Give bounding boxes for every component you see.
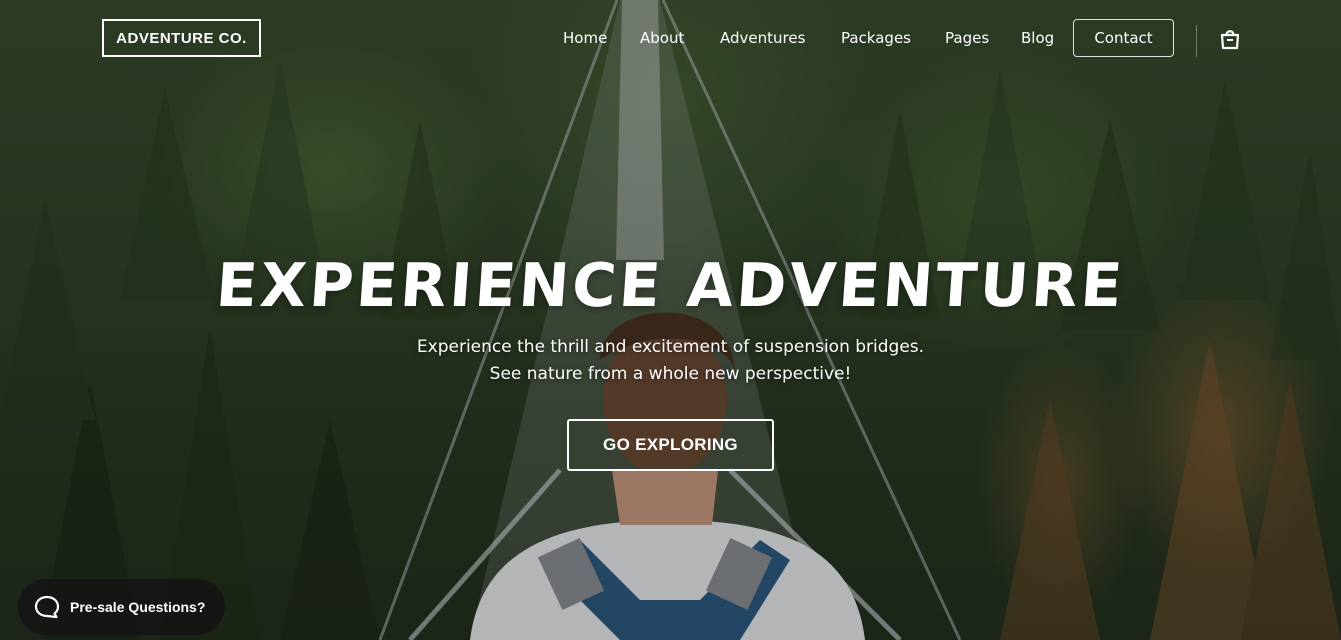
nav-item-packages[interactable]: Packages xyxy=(841,19,911,57)
nav-item-home[interactable]: Home xyxy=(563,19,607,57)
nav-item-pages[interactable]: Pages xyxy=(945,19,989,57)
chat-bubble-icon xyxy=(34,595,60,619)
hero-subtitle: Experience the thrill and excitement of … xyxy=(0,334,1341,388)
main-navigation: Home About Adventures Packages Pages Blo… xyxy=(0,19,1341,57)
nav-item-about[interactable]: About xyxy=(640,19,684,57)
chat-widget-label: Pre-sale Questions? xyxy=(70,599,206,615)
hero-title: Experience Adventure xyxy=(213,251,1128,321)
go-exploring-button[interactable]: GO EXPLORING xyxy=(567,419,774,471)
presale-chat-widget[interactable]: Pre-sale Questions? xyxy=(18,579,225,635)
contact-button[interactable]: Contact xyxy=(1073,19,1174,57)
shopping-bag-icon[interactable] xyxy=(1218,27,1242,51)
nav-item-adventures[interactable]: Adventures xyxy=(720,19,805,57)
hero-section: ADVENTURE CO. Home About Adventures Pack… xyxy=(0,0,1341,640)
go-exploring-label: GO EXPLORING xyxy=(603,435,738,454)
contact-button-label: Contact xyxy=(1094,29,1153,47)
nav-divider xyxy=(1196,25,1197,57)
hero-subtitle-line-1: Experience the thrill and excitement of … xyxy=(416,337,925,357)
nav-item-blog[interactable]: Blog xyxy=(1021,19,1054,57)
hero-subtitle-line-2: See nature from a whole new perspective! xyxy=(489,364,852,384)
